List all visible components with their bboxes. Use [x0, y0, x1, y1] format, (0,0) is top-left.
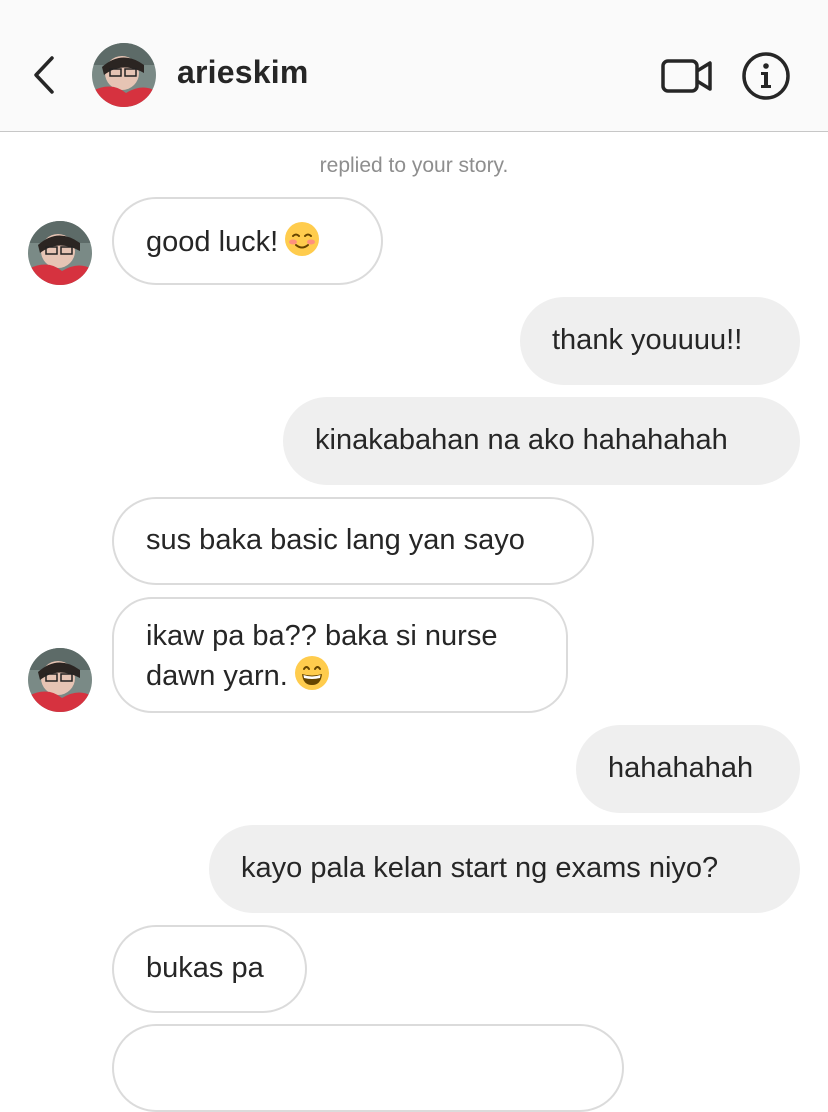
- message-text: good luck!: [146, 226, 279, 258]
- outgoing-message[interactable]: kinakabahan na ako hahahahah: [283, 397, 800, 485]
- message-text: hahahahah: [608, 752, 754, 784]
- sender-avatar[interactable]: [28, 648, 92, 712]
- video-call-button[interactable]: [660, 52, 714, 98]
- incoming-message[interactable]: bukas pa: [112, 925, 307, 1013]
- message-text-line: dawn yarn.: [146, 660, 288, 692]
- chat-username[interactable]: arieskim: [177, 54, 308, 91]
- message-text: kayo pala kelan start ng exams niyo?: [241, 852, 719, 884]
- sender-avatar[interactable]: [28, 221, 92, 285]
- incoming-message-partial[interactable]: [112, 1024, 624, 1112]
- info-icon: [742, 52, 790, 100]
- video-camera-icon: [661, 59, 712, 93]
- message-text-line: ikaw pa ba?? baka si nurse: [146, 620, 498, 652]
- back-button[interactable]: [26, 50, 66, 100]
- incoming-message[interactable]: sus baka basic lang yan sayo: [112, 497, 594, 585]
- outgoing-message[interactable]: kayo pala kelan start ng exams niyo?: [209, 825, 800, 913]
- outgoing-message[interactable]: hahahahah: [576, 725, 800, 813]
- incoming-message[interactable]: ikaw pa ba?? baka si nurse dawn yarn.: [112, 597, 568, 713]
- story-reply-note: replied to your story.: [319, 154, 509, 177]
- outgoing-message[interactable]: thank youuuu!!: [520, 297, 800, 385]
- info-button[interactable]: [740, 50, 792, 102]
- grinning-emoji: [294, 656, 329, 690]
- incoming-message[interactable]: good luck!: [112, 197, 383, 285]
- message-text: kinakabahan na ako hahahahah: [315, 424, 728, 456]
- message-text: bukas pa: [146, 952, 264, 984]
- smiling-blush-emoji: [285, 222, 320, 256]
- chevron-left-icon: [34, 56, 54, 94]
- message-text: thank youuuu!!: [552, 324, 743, 356]
- chat-header: arieskim: [0, 0, 828, 132]
- message-text: sus baka basic lang yan sayo: [146, 524, 525, 556]
- header-avatar[interactable]: [92, 43, 156, 107]
